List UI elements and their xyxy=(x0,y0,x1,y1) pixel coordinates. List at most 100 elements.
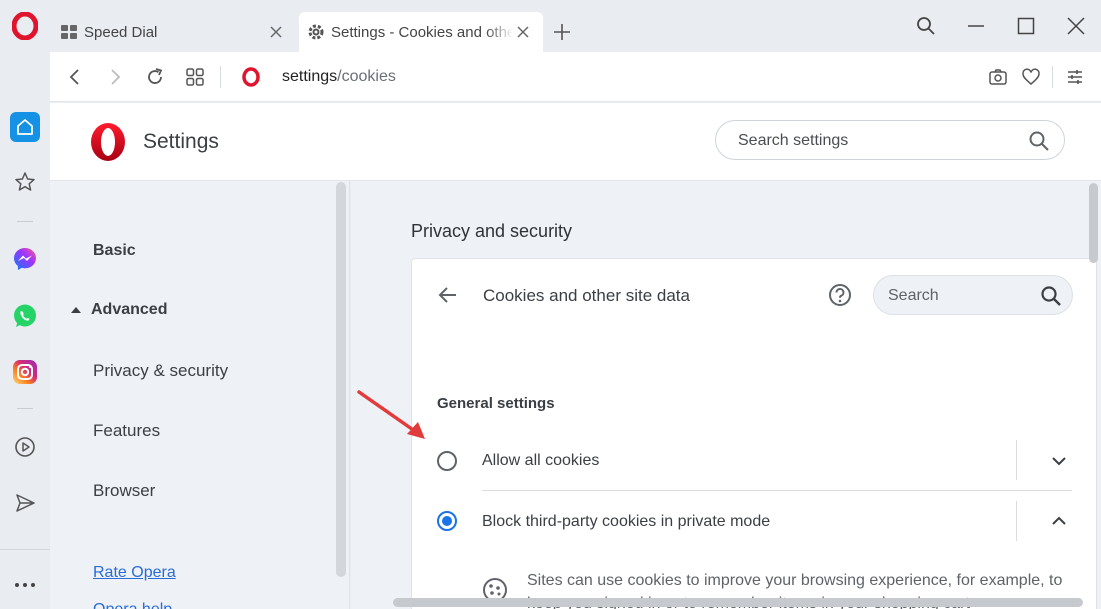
search-icon[interactable] xyxy=(1040,285,1062,307)
option-label[interactable]: Block third-party cookies in private mod… xyxy=(482,513,770,531)
whatsapp-button[interactable] xyxy=(10,301,40,331)
divider xyxy=(1016,440,1017,480)
chevron-up-icon xyxy=(1052,516,1066,525)
rate-opera-link[interactable]: Rate Opera xyxy=(93,564,176,582)
opera-logo-icon xyxy=(91,123,125,161)
cookies-card: Cookies and other site data General sett… xyxy=(411,258,1097,609)
option-label[interactable]: Allow all cookies xyxy=(482,452,599,470)
heart-icon xyxy=(1022,68,1040,85)
my-flow-button[interactable] xyxy=(10,488,40,518)
minimize-icon xyxy=(968,25,984,27)
help-icon[interactable] xyxy=(827,282,853,308)
tab-title: Settings - Cookies and other site data xyxy=(331,23,513,41)
plus-icon xyxy=(554,24,570,40)
collapse-button[interactable] xyxy=(1046,508,1072,534)
player-button[interactable] xyxy=(10,432,40,462)
block-third-party-private-radio[interactable] xyxy=(437,511,457,531)
new-tab-button[interactable] xyxy=(550,20,574,44)
search-tabs-button[interactable] xyxy=(912,12,940,40)
card-title: Cookies and other site data xyxy=(483,286,690,305)
whatsapp-icon xyxy=(14,304,36,327)
maximize-button[interactable] xyxy=(1012,12,1040,40)
divider xyxy=(0,549,50,550)
tab-speed-dial[interactable]: Speed Dial xyxy=(52,12,296,52)
forward-button[interactable] xyxy=(102,64,128,90)
opera-help-link[interactable]: Opera help xyxy=(93,601,172,609)
nav-privacy-security[interactable]: Privacy & security xyxy=(93,361,228,381)
messenger-button[interactable] xyxy=(10,244,40,274)
snapshot-button[interactable] xyxy=(985,64,1011,90)
close-icon xyxy=(1067,17,1085,35)
annotation-arrow-icon xyxy=(357,390,425,439)
bookmark-button[interactable] xyxy=(1018,64,1044,90)
divider xyxy=(220,66,221,88)
back-button[interactable] xyxy=(62,64,88,90)
tab-title: Speed Dial xyxy=(84,23,158,41)
camera-icon xyxy=(989,69,1007,85)
more-icon xyxy=(15,583,35,587)
divider xyxy=(1052,66,1053,88)
search-input[interactable] xyxy=(888,285,1028,307)
search-input[interactable] xyxy=(738,130,1018,152)
instagram-icon xyxy=(13,360,37,384)
settings-main: Privacy and security Cookies and other s… xyxy=(351,181,1101,609)
chevron-right-icon xyxy=(111,69,121,85)
grid-icon xyxy=(186,68,204,86)
url-path: /cookies xyxy=(337,68,396,85)
caret-up-icon xyxy=(71,307,81,313)
url-field[interactable]: settings/cookies xyxy=(282,68,396,86)
search-icon xyxy=(917,17,935,35)
nav-basic[interactable]: Basic xyxy=(93,242,136,260)
divider xyxy=(1016,501,1017,541)
settings-search[interactable] xyxy=(715,120,1065,160)
nav-scrollbar[interactable] xyxy=(336,182,346,577)
sidebar-more-button[interactable] xyxy=(10,570,40,600)
section-title: Privacy and security xyxy=(411,221,573,241)
settings-header: Settings xyxy=(50,103,1101,181)
maximize-icon xyxy=(1017,17,1035,35)
reload-button[interactable] xyxy=(142,64,168,90)
divider xyxy=(482,490,1072,491)
opera-menu-icon[interactable] xyxy=(12,12,38,40)
instagram-button[interactable] xyxy=(10,357,40,387)
send-icon xyxy=(16,494,35,512)
chevron-down-icon xyxy=(1052,457,1066,466)
page-title: Settings xyxy=(143,130,219,153)
horizontal-scrollbar[interactable] xyxy=(393,598,1083,607)
divider xyxy=(17,408,33,409)
chevron-left-icon xyxy=(69,69,79,85)
allow-all-cookies-radio[interactable] xyxy=(437,451,457,471)
opera-site-icon xyxy=(242,67,260,87)
address-bar: settings/cookies xyxy=(50,52,1101,102)
play-icon xyxy=(15,437,35,457)
nav-advanced[interactable]: Advanced xyxy=(91,301,167,319)
search-icon[interactable] xyxy=(1028,130,1050,152)
messenger-icon xyxy=(14,248,36,270)
sidebar xyxy=(0,52,50,609)
tab-strip: Speed Dial Settings - Cookies and other … xyxy=(0,0,1101,52)
pinboards-button[interactable] xyxy=(10,167,40,197)
reload-icon xyxy=(148,68,163,84)
minimize-button[interactable] xyxy=(962,12,990,40)
home-button[interactable] xyxy=(10,112,40,142)
general-settings-heading: General settings xyxy=(437,395,555,412)
cookies-search[interactable] xyxy=(873,275,1073,315)
nav-browser[interactable]: Browser xyxy=(93,481,155,501)
home-icon xyxy=(17,119,33,135)
close-icon[interactable] xyxy=(266,22,286,42)
easy-setup-button[interactable] xyxy=(1062,64,1088,90)
divider xyxy=(17,221,33,222)
url-host: settings xyxy=(282,68,338,85)
settings-nav: Basic Advanced Privacy & security Featur… xyxy=(50,181,350,609)
tab-grid-button[interactable] xyxy=(182,64,208,90)
sliders-icon xyxy=(1068,70,1082,84)
speed-dial-icon xyxy=(60,23,78,41)
close-window-button[interactable] xyxy=(1062,12,1090,40)
expand-button[interactable] xyxy=(1046,448,1072,474)
gear-icon xyxy=(307,23,325,41)
tab-settings[interactable]: Settings - Cookies and other site data xyxy=(299,12,543,52)
vertical-scrollbar[interactable] xyxy=(1089,183,1098,263)
close-icon[interactable] xyxy=(513,22,533,42)
nav-features[interactable]: Features xyxy=(93,421,160,441)
back-button[interactable] xyxy=(434,281,462,309)
